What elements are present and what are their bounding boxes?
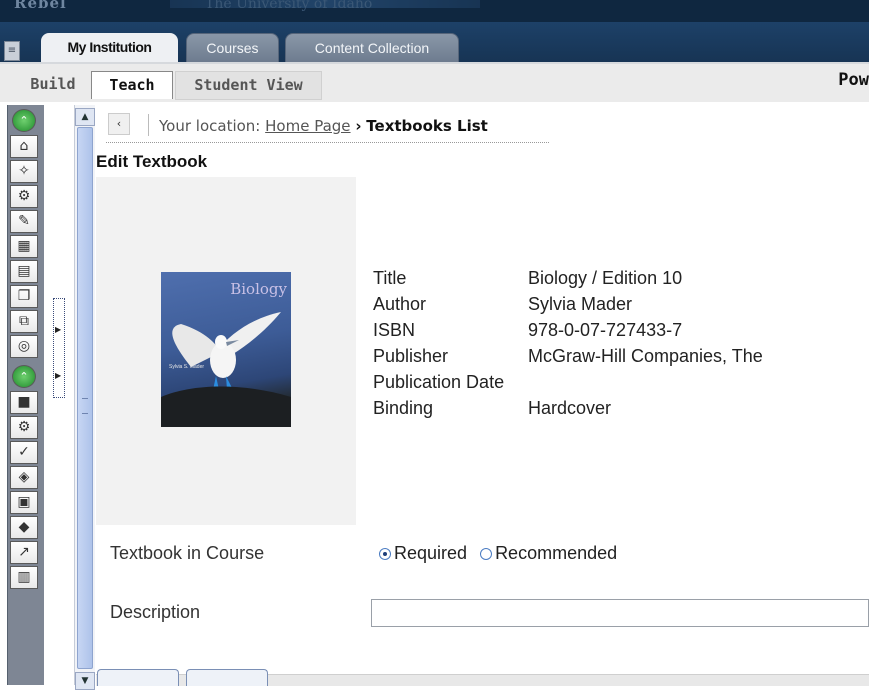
tab-my-institution[interactable]: My Institution bbox=[41, 33, 178, 62]
calendar-icon[interactable]: ▦ bbox=[10, 235, 38, 258]
cover-author: Sylvia S. Mader bbox=[169, 364, 205, 370]
expand-arrow-icon: ▶ bbox=[55, 325, 62, 334]
breadcrumb-trail: Your location: Home Page › Textbooks Lis… bbox=[159, 117, 488, 135]
detail-label: Publication Date bbox=[373, 372, 505, 392]
detail-value: Sylvia Mader bbox=[528, 294, 633, 314]
power-link-text: Pow bbox=[838, 70, 869, 90]
assessment-icon[interactable]: ⚙ bbox=[10, 416, 38, 439]
collapse-icon[interactable]: ⌃ bbox=[12, 365, 36, 388]
scroll-thumb[interactable] bbox=[77, 127, 93, 669]
student-view-button[interactable]: Student View bbox=[175, 71, 322, 100]
collapse-icon[interactable]: ⌃ bbox=[12, 109, 36, 132]
mode-bar: Build Teach Student View Pow bbox=[0, 62, 869, 102]
tab-bar: ≡ My Institution Courses Content Collect… bbox=[0, 22, 869, 63]
performance-icon[interactable]: ↗ bbox=[10, 541, 38, 564]
required-radio-label[interactable]: Required bbox=[394, 543, 467, 563]
page-title: Edit Textbook bbox=[96, 152, 208, 171]
panel-splitter[interactable]: ▶ ▶ bbox=[53, 298, 65, 398]
banner-tagline: The University of Idaho bbox=[205, 0, 373, 12]
content-icon[interactable]: ▤ bbox=[10, 260, 38, 283]
teach-mode-button[interactable]: Teach bbox=[91, 71, 173, 99]
copy-icon[interactable]: ⧉ bbox=[10, 310, 38, 333]
recommended-radio-label[interactable]: Recommended bbox=[495, 543, 617, 563]
submit-button[interactable] bbox=[97, 669, 179, 686]
announcements-icon[interactable]: ✧ bbox=[10, 160, 38, 183]
build-mode-button[interactable]: Build bbox=[20, 71, 86, 98]
banner-logo: Rebel bbox=[14, 0, 67, 12]
recommended-radio[interactable] bbox=[480, 548, 493, 560]
cover-panel: Biology Sylvia S. Mader bbox=[96, 177, 356, 525]
groups-icon[interactable]: ▣ bbox=[10, 491, 38, 514]
detail-label: Binding bbox=[373, 398, 434, 418]
toggle-menu-icon[interactable]: ≡ bbox=[4, 41, 20, 61]
edit-icon[interactable]: ✎ bbox=[10, 210, 38, 233]
gradebook-icon[interactable]: ■ bbox=[10, 391, 38, 414]
evaluation-icon[interactable]: ◆ bbox=[10, 516, 38, 539]
description-input[interactable] bbox=[371, 599, 869, 627]
more-icon[interactable]: ▥ bbox=[10, 566, 38, 589]
grading-icon[interactable]: ✓ bbox=[10, 441, 38, 464]
vertical-scrollbar[interactable]: ▲ ▼ bbox=[74, 105, 95, 690]
detail-value: McGraw-Hill Companies, The bbox=[528, 346, 763, 366]
detail-value: Biology / Edition 10 bbox=[528, 268, 683, 288]
back-icon[interactable]: ‹ bbox=[108, 113, 130, 135]
breadcrumb: ‹ Your location: Home Page › Textbooks L… bbox=[106, 108, 549, 143]
breadcrumb-current: Textbooks List bbox=[366, 117, 488, 135]
breadcrumb-separator: › bbox=[355, 117, 362, 135]
breadcrumb-prefix: Your location: bbox=[159, 117, 261, 135]
detail-label: Publisher bbox=[373, 346, 449, 366]
book-cover-image: Biology Sylvia S. Mader bbox=[161, 272, 291, 427]
detail-value: 978-0-07-727433-7 bbox=[528, 320, 683, 340]
tab-courses[interactable]: Courses bbox=[186, 33, 279, 63]
cover-title: Biology bbox=[230, 280, 287, 298]
scroll-grip-icon bbox=[82, 398, 88, 414]
detail-label: ISBN bbox=[373, 320, 416, 340]
reports-icon[interactable]: ◈ bbox=[10, 466, 38, 489]
documents-icon[interactable]: ❐ bbox=[10, 285, 38, 308]
home-icon[interactable]: ⌂ bbox=[10, 135, 38, 158]
detail-label: Author bbox=[373, 294, 427, 314]
breadcrumb-home-link[interactable]: Home Page bbox=[265, 117, 350, 135]
cancel-button[interactable] bbox=[186, 669, 268, 686]
web-icon[interactable]: ◎ bbox=[10, 335, 38, 358]
tool-rail: ⌃ ⌂ ✧ ⚙ ✎ ▦ ▤ ❐ ⧉ ◎ ⌃ ■ ⚙ ✓ ◈ ▣ ◆ ↗ ▥ bbox=[7, 105, 44, 685]
textbook-in-course-label: Textbook in Course bbox=[110, 543, 265, 563]
tools-icon[interactable]: ⚙ bbox=[10, 185, 38, 208]
required-radio[interactable] bbox=[379, 548, 391, 560]
top-banner: Rebel The University of Idaho bbox=[0, 0, 869, 22]
tab-content-collection[interactable]: Content Collection bbox=[285, 33, 459, 63]
expand-arrow-icon: ▶ bbox=[55, 371, 62, 380]
scroll-down-icon[interactable]: ▼ bbox=[75, 672, 95, 690]
description-label: Description bbox=[110, 602, 201, 622]
breadcrumb-divider bbox=[148, 114, 149, 136]
textbook-in-course-radio-group: Required Recommended bbox=[379, 543, 617, 564]
detail-label: Title bbox=[373, 268, 407, 288]
scroll-up-icon[interactable]: ▲ bbox=[75, 108, 95, 126]
detail-value: Hardcover bbox=[528, 398, 612, 418]
